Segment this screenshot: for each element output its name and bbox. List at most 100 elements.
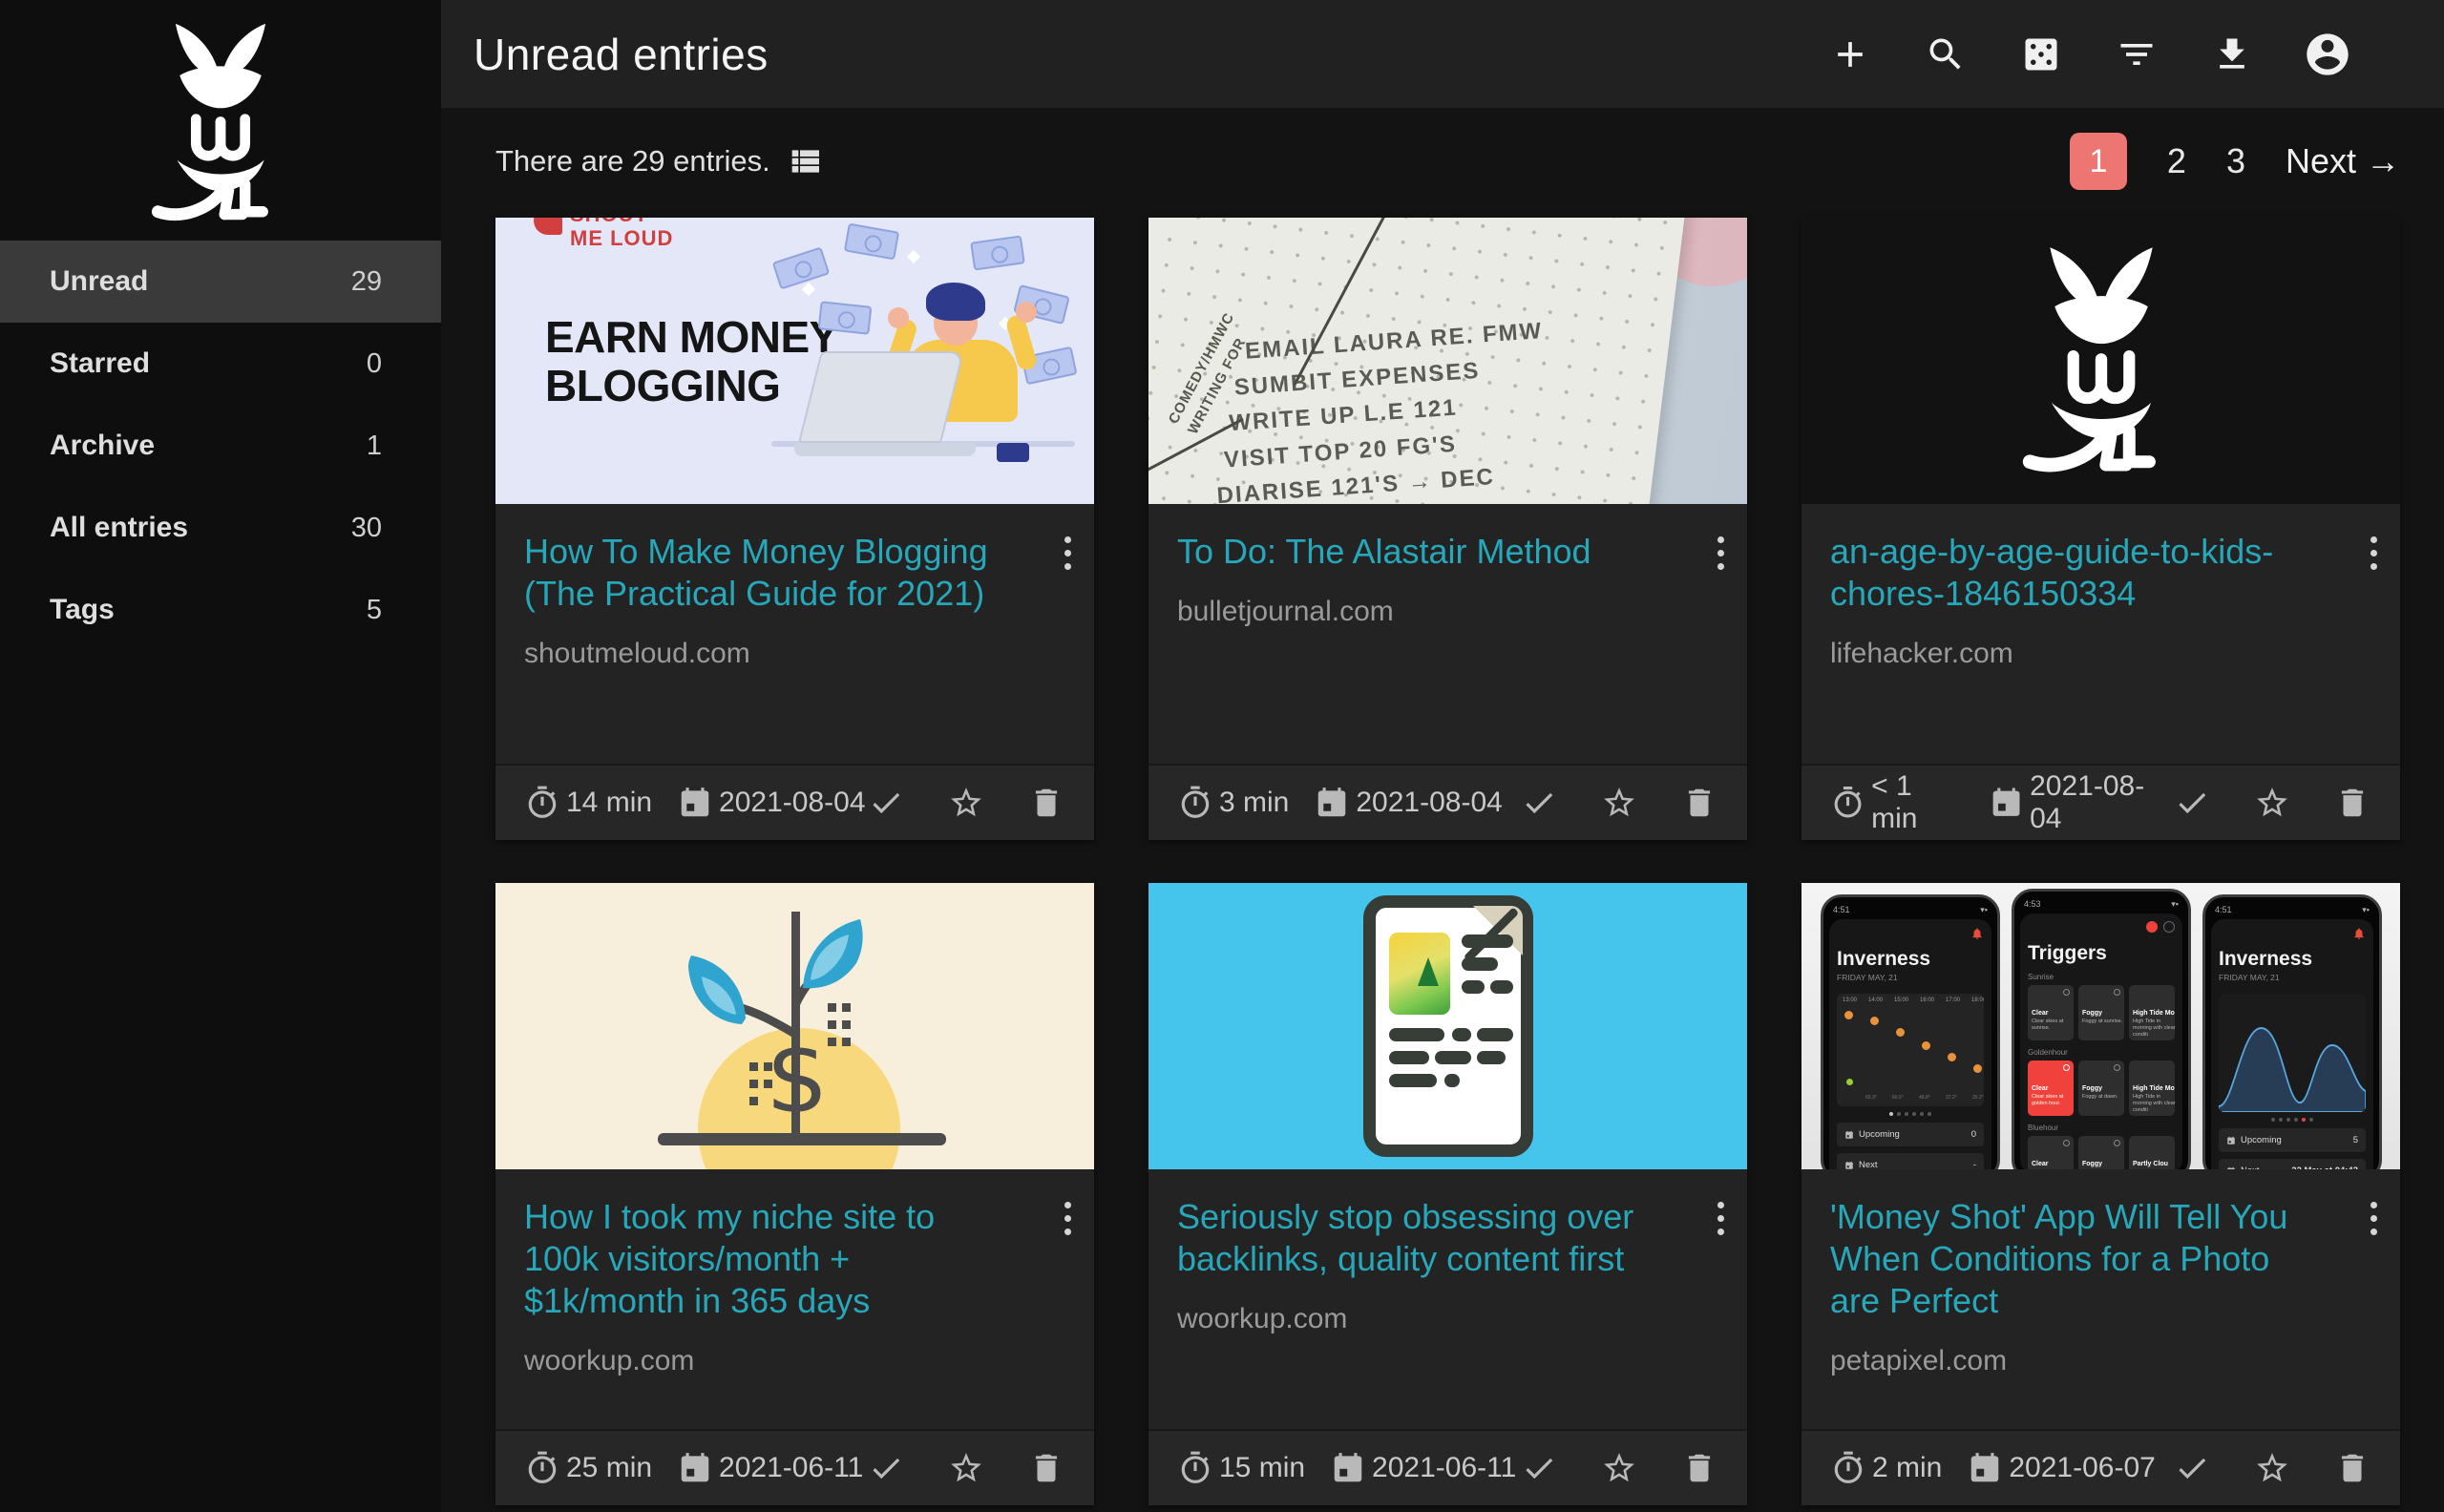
entry-date: 2021-08-04 [1356, 787, 1502, 819]
entry-card: COMEDY/HMWC WRITING FOR EMAIL LAURA RE. … [1148, 218, 1747, 840]
entry-footer: 2 min 2021-06-07 [1801, 1429, 2400, 1505]
delete-button[interactable] [2333, 1449, 2371, 1487]
mark-read-button[interactable] [1520, 784, 1558, 822]
sidebar-item-starred[interactable]: Starred 0 [0, 323, 441, 405]
entry-menu-button[interactable] [1714, 533, 1728, 574]
entry-domain: lifehacker.com [1830, 638, 2368, 670]
entry-thumbnail[interactable]: COMEDY/HMWC WRITING FOR EMAIL LAURA RE. … [1148, 218, 1747, 504]
sidebar-item-tags[interactable]: Tags 5 [0, 569, 441, 651]
list-view-toggle-button[interactable] [784, 140, 826, 182]
trash-icon [1028, 785, 1064, 821]
entry-menu-button[interactable] [2367, 533, 2381, 574]
entry-title-link[interactable]: 'Money Shot' App Will Tell You When Cond… [1830, 1196, 2368, 1322]
timer-icon [1830, 785, 1865, 821]
favorite-button[interactable] [947, 1449, 985, 1487]
entry-card: Seriously stop obsessing over backlinks,… [1148, 883, 1747, 1505]
mark-read-button[interactable] [867, 784, 905, 822]
delete-button[interactable] [2333, 784, 2371, 822]
entry-menu-button[interactable] [2367, 1198, 2381, 1239]
entry-date: 2021-06-11 [719, 1452, 863, 1484]
entry-thumbnail[interactable]: 4:51▾▪ Inverness FRIDAY MAY, 21 13:00 14… [1801, 883, 2400, 1169]
entry-title-link[interactable]: To Do: The Alastair Method [1177, 531, 1715, 573]
entry-title-link[interactable]: an-age-by-age-guide-to-kids-chores-18461… [1830, 531, 2368, 615]
favorite-button[interactable] [2253, 1449, 2291, 1487]
entry-title-link[interactable]: How I took my niche site to 100k visitor… [524, 1196, 1062, 1322]
entry-menu-button[interactable] [1714, 1198, 1728, 1239]
shoutmeloud-brand: SHOUT ME LOUD [534, 218, 673, 251]
entry-menu-button[interactable] [1061, 1198, 1075, 1239]
favorite-button[interactable] [2253, 784, 2291, 822]
trash-icon [2334, 1450, 2370, 1486]
app-screenshot-phone-1: 4:51▾▪ Inverness FRIDAY MAY, 21 13:00 14… [1821, 894, 2000, 1169]
delete-button[interactable] [1680, 784, 1718, 822]
money-plant-illustration: $ [495, 883, 1094, 1169]
entry-body: How To Make Money Blogging (The Practica… [495, 504, 1094, 764]
check-icon [2174, 1450, 2210, 1486]
calendar-icon [1314, 785, 1350, 821]
trash-icon [1028, 1450, 1064, 1486]
account-circle-icon [2303, 30, 2352, 79]
page-1-button[interactable]: 1 [2070, 133, 2127, 190]
mark-read-button[interactable] [1520, 1449, 1558, 1487]
filter-icon [2116, 33, 2158, 75]
sidebar-item-label: Unread [50, 265, 148, 298]
sidebar-item-unread[interactable]: Unread 29 [0, 241, 441, 323]
delete-button[interactable] [1027, 1449, 1065, 1487]
calendar-icon [677, 785, 713, 821]
entry-thumbnail[interactable] [1801, 218, 2400, 504]
delete-button[interactable] [1680, 1449, 1718, 1487]
mark-read-button[interactable] [2173, 1449, 2211, 1487]
search-icon [1925, 33, 1967, 75]
svg-text:$: $ [766, 1019, 829, 1136]
top-bar: Unread entries [441, 0, 2444, 108]
page-3-button[interactable]: 3 [2226, 141, 2245, 181]
entry-footer: 15 min 2021-06-11 [1148, 1429, 1747, 1505]
wallabag-logo[interactable] [0, 0, 441, 241]
sidebar-item-count: 29 [351, 266, 382, 298]
entry-date: 2021-08-04 [719, 787, 865, 819]
content-area: There are 29 entries. 1 2 3 Next → SHOUT [441, 108, 2444, 1505]
wallabag-placeholder-logo [2006, 244, 2197, 477]
entry-thumbnail[interactable]: SHOUT ME LOUD EARN MONEY BLOGGING [495, 218, 1094, 504]
mark-read-button[interactable] [2173, 784, 2211, 822]
timer-icon [1177, 785, 1213, 821]
calendar-icon [1967, 1450, 2003, 1486]
mark-read-button[interactable] [867, 1449, 905, 1487]
star-icon [1601, 1450, 1637, 1486]
entry-title-link[interactable]: How To Make Money Blogging (The Practica… [524, 531, 1062, 615]
trash-icon [1681, 785, 1717, 821]
entry-menu-button[interactable] [1061, 533, 1075, 574]
export-download-button[interactable] [2207, 30, 2257, 79]
entry-date: 2021-06-07 [2009, 1452, 2155, 1484]
entry-thumbnail[interactable]: $ [495, 883, 1094, 1169]
toolbar-icons [1825, 30, 2352, 79]
favorite-button[interactable] [1600, 784, 1638, 822]
add-entry-button[interactable] [1825, 30, 1875, 79]
favorite-button[interactable] [1600, 1449, 1638, 1487]
hourly-forecast-panel: 13:00 14:00 15:00 16:00 17:00 18:00 [1837, 994, 1984, 1106]
bell-icon [1970, 927, 1984, 940]
search-button[interactable] [1921, 30, 1970, 79]
delete-button[interactable] [1027, 784, 1065, 822]
sidebar-item-archive[interactable]: Archive 1 [0, 405, 441, 487]
account-button[interactable] [2303, 30, 2352, 79]
random-entry-button[interactable] [2016, 30, 2066, 79]
entry-body: an-age-by-age-guide-to-kids-chores-18461… [1801, 504, 2400, 764]
entry-footer: 3 min 2021-08-04 [1148, 764, 1747, 840]
sidebar-item-label: Tags [50, 594, 115, 626]
calendar-icon [1989, 785, 2024, 821]
favorite-button[interactable] [947, 784, 985, 822]
entry-title-link[interactable]: Seriously stop obsessing over backlinks,… [1177, 1196, 1715, 1280]
sidebar-item-all-entries[interactable]: All entries 30 [0, 487, 441, 569]
star-icon [2254, 1450, 2290, 1486]
entry-thumbnail[interactable] [1148, 883, 1747, 1169]
entry-footer: < 1 min 2021-08-04 [1801, 764, 2400, 840]
page-2-button[interactable]: 2 [2167, 141, 2186, 181]
filter-button[interactable] [2112, 30, 2161, 79]
entry-card: an-age-by-age-guide-to-kids-chores-18461… [1801, 218, 2400, 840]
star-icon [2254, 785, 2290, 821]
entry-card: $ How I took my niche site to 10 [495, 883, 1094, 1505]
app-screenshot-phone-2: 4:53▾▪ Triggers Sunrise ClearClear skies… [2012, 889, 2191, 1169]
next-page-button[interactable]: Next → [2286, 141, 2400, 181]
pagination: 1 2 3 Next → [2070, 133, 2400, 190]
